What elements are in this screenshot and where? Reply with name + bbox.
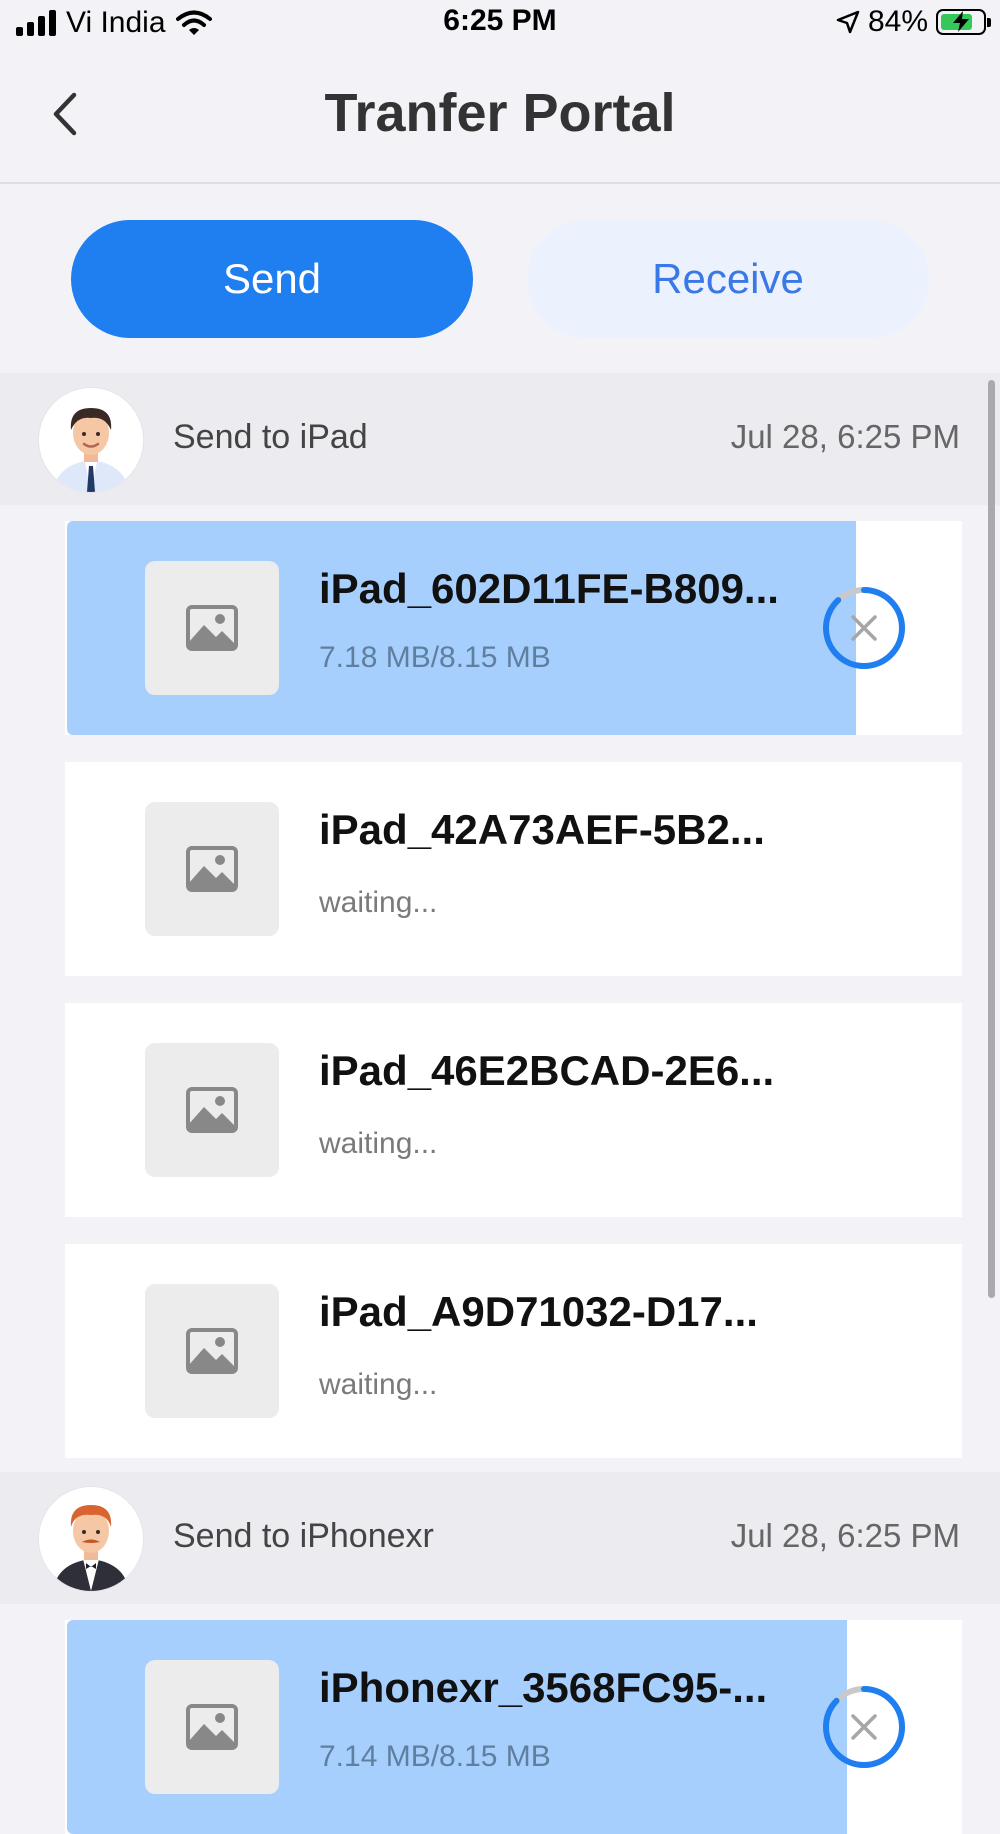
battery-icon [936,9,991,35]
file-status: waiting... [319,886,438,919]
group-title: Send to iPhonexr [173,1517,434,1555]
status-bar: Vi India 6:25 PM 84% [0,0,1000,46]
group-timestamp: Jul 28, 6:25 PM [730,1517,960,1554]
file-progress-size: 7.18 MB/8.15 MB [319,641,551,674]
file-name: iPad_42A73AEF-5B2... [319,806,765,853]
battery-percent: 84% [867,5,928,38]
man-avatar-icon [39,388,143,492]
file-progress-size: 7.14 MB/8.15 MB [319,1740,551,1773]
close-icon [851,615,877,641]
image-icon [186,605,238,651]
file-row[interactable]: iPad_42A73AEF-5B2... waiting... [65,762,962,976]
file-status: waiting... [319,1368,438,1401]
receive-tab-button[interactable]: Receive [527,220,929,338]
location-arrow-icon [836,10,860,34]
file-name: iPad_602D11FE-B809... [319,565,779,612]
file-thumbnail [145,1660,279,1794]
send-tab-button[interactable]: Send [71,220,473,338]
file-row[interactable]: iPad_602D11FE-B809... 7.18 MB/8.15 MB [65,521,962,735]
page-title: Tranfer Portal [324,83,676,143]
file-name: iPad_A9D71032-D17... [319,1288,758,1335]
file-row[interactable]: iPad_A9D71032-D17... waiting... [65,1244,962,1458]
file-thumbnail [145,802,279,936]
group-header-iphonexr: Send to iPhonexr Jul 28, 6:25 PM [0,1472,1000,1604]
status-right: 84% [836,5,991,39]
image-icon [186,1704,238,1750]
file-row[interactable]: iPad_46E2BCAD-2E6... waiting... [65,1003,962,1217]
charging-bolt-icon [953,11,969,32]
group-timestamp: Jul 28, 6:25 PM [730,418,960,455]
image-icon [186,1328,238,1374]
file-name: iPhonexr_3568FC95-... [319,1664,768,1711]
close-icon [851,1714,877,1740]
file-name: iPad_46E2BCAD-2E6... [319,1047,775,1094]
group-title: Send to iPad [173,418,368,456]
image-icon [186,846,238,892]
scrollbar[interactable] [988,380,995,1298]
cancel-transfer-button[interactable] [820,1683,908,1771]
avatar-iphonexr [39,1487,143,1591]
file-thumbnail [145,1043,279,1177]
avatar-ipad [39,388,143,492]
group-header-ipad: Send to iPad Jul 28, 6:25 PM [0,373,1000,505]
cancel-transfer-button[interactable] [820,584,908,672]
file-status: waiting... [319,1127,438,1160]
file-row[interactable]: iPhonexr_3568FC95-... 7.14 MB/8.15 MB [65,1620,962,1834]
image-icon [186,1087,238,1133]
nav-header: Tranfer Portal [0,46,1000,184]
file-thumbnail [145,1284,279,1418]
file-thumbnail [145,561,279,695]
man-avatar-icon [39,1487,143,1591]
